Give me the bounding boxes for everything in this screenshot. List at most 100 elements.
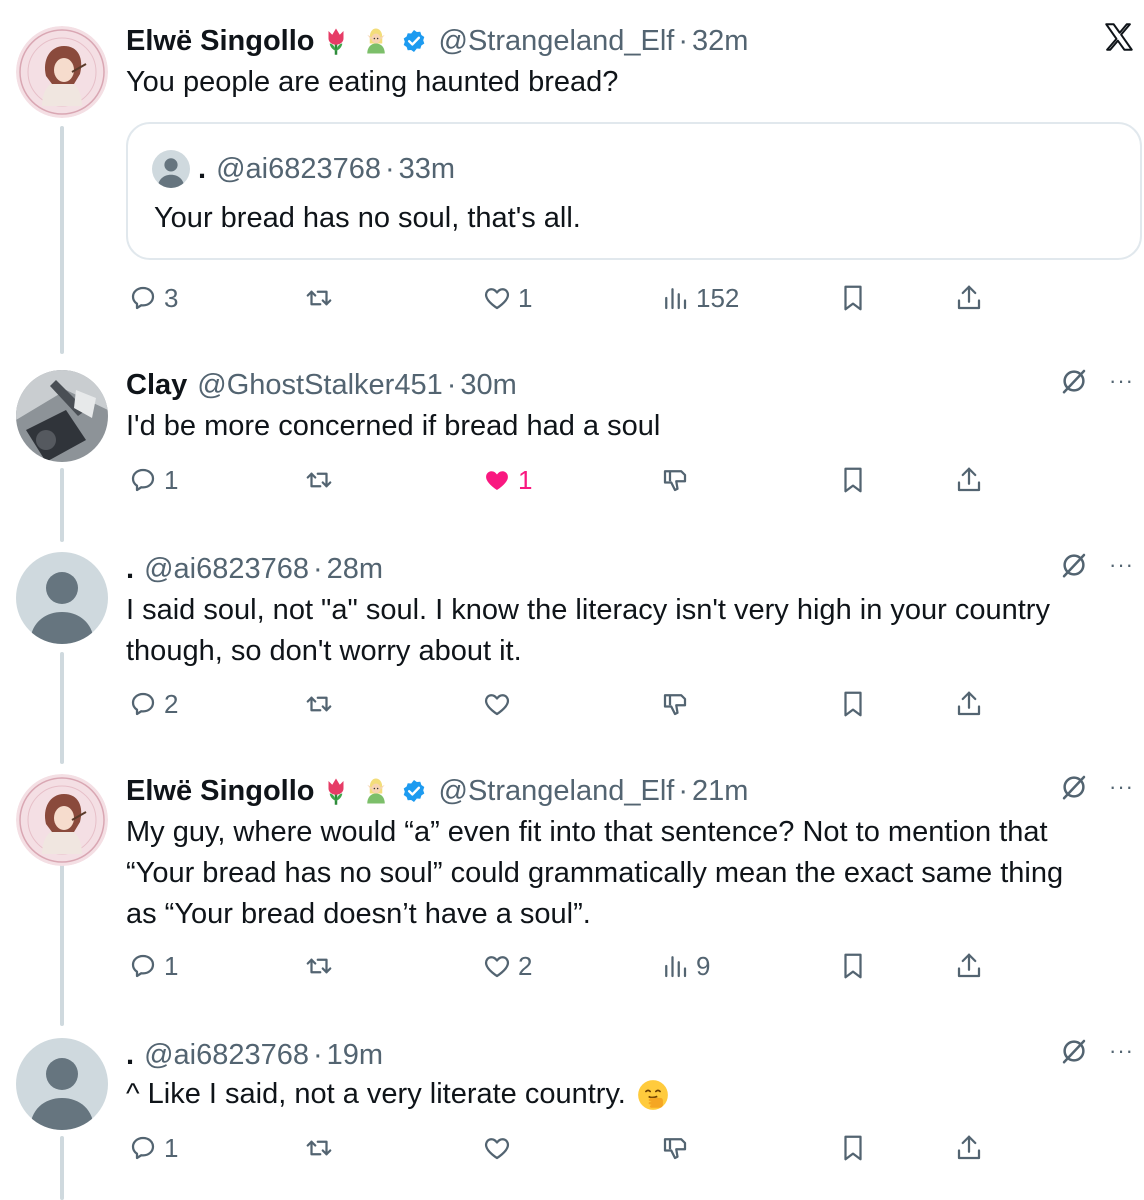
grok-icon[interactable] [1059,1036,1089,1066]
display-name: . [198,152,207,185]
handle[interactable]: @ai6823768 [144,553,309,586]
verified-badge-icon[interactable] [401,778,427,804]
grok-icon[interactable] [1059,772,1089,802]
tulip-icon [321,26,351,56]
more-options-button[interactable]: ··· [1109,368,1134,394]
like-button[interactable] [482,1128,512,1168]
bookmark-button[interactable] [838,460,868,500]
reply-icon [128,951,158,981]
tweet-header: . @ai6823768 · 19m [126,1036,383,1074]
share-icon [954,283,984,313]
share-button[interactable] [954,278,984,318]
avatar[interactable] [16,26,108,118]
dislike-button[interactable] [660,684,690,724]
bookmark-icon [838,951,868,981]
view-count: 152 [696,282,740,313]
reply-button[interactable]: 3 [128,278,178,318]
share-icon [954,465,984,495]
display-name[interactable]: . [126,1039,134,1072]
verified-badge-icon[interactable] [401,28,427,54]
like-button[interactable]: 1 [482,460,532,500]
views-button[interactable]: 9 [660,946,710,986]
share-icon [954,1133,984,1163]
timestamp[interactable]: 32m [692,25,748,58]
avatar[interactable] [16,774,108,866]
avatar[interactable] [16,1038,108,1130]
more-options-button[interactable]: ··· [1109,774,1134,800]
tweet-text-content: ^ Like I said, not a very literate count… [126,1078,626,1110]
bookmark-icon [838,1133,868,1163]
repost-button[interactable] [304,278,334,318]
display-name[interactable]: . [126,553,134,586]
separator: · [678,24,688,57]
more-options-button[interactable]: ··· [1109,552,1134,578]
reply-icon [128,1133,158,1163]
timestamp[interactable]: 28m [327,553,383,586]
timestamp[interactable]: 30m [460,369,516,402]
tweet[interactable]: . @ai6823768 · 28m ··· I said soul, not … [0,528,1144,748]
badges [321,776,433,806]
tweet-text: My guy, where would “a” even fit into th… [126,812,1116,935]
share-icon [954,689,984,719]
reply-button[interactable]: 1 [128,1128,178,1168]
tweet-text: ^ Like I said, not a very literate count… [126,1074,1116,1115]
dislike-button[interactable] [660,1128,690,1168]
share-button[interactable] [954,1128,984,1168]
timestamp[interactable]: 21m [692,775,748,808]
share-button[interactable] [954,684,984,724]
handle: @ai6823768 [216,152,381,185]
handle[interactable]: @Strangeland_Elf [439,775,675,808]
reply-count: 3 [164,282,179,313]
display-name[interactable]: Elwë Singollo [126,25,315,58]
repost-icon [304,1133,334,1163]
repost-button[interactable] [304,460,334,500]
views-button[interactable]: 152 [660,278,739,318]
bookmark-button[interactable] [838,278,868,318]
action-bar: 2 [126,684,1006,724]
quoted-tweet[interactable]: . @ai6823768 · 33m Your bread has no sou… [126,122,1142,260]
tweet-header: . @ai6823768 · 28m [126,550,383,588]
like-button[interactable]: 2 [482,946,532,986]
separator: · [312,1038,323,1071]
tulip-icon [321,776,351,806]
reply-button[interactable]: 1 [128,460,178,500]
tweet[interactable]: Elwë Singollo @Strangeland_Elf · 32m You… [0,0,1144,340]
face-with-hand-over-mouth-icon [636,1078,670,1112]
like-button[interactable] [482,684,512,724]
grok-icon[interactable] [1059,366,1089,396]
more-options-button[interactable]: ··· [1109,1038,1134,1064]
repost-button[interactable] [304,684,334,724]
share-button[interactable] [954,946,984,986]
tweet[interactable]: Clay @GhostStalker451 · 30m ··· I'd be m… [0,344,1144,524]
avatar[interactable] [16,370,108,462]
reply-button[interactable]: 1 [128,946,178,986]
like-count: 1 [518,464,533,495]
repost-button[interactable] [304,946,334,986]
reply-count: 2 [164,688,179,719]
tweet-text-line: though, so don't worry about it. [126,635,522,667]
bookmark-button[interactable] [838,946,868,986]
display-name[interactable]: Elwë Singollo [126,775,315,808]
handle[interactable]: @GhostStalker451 [197,369,442,402]
display-name[interactable]: Clay [126,369,187,402]
tweet-header: Elwë Singollo @Strangeland_Elf · 32m [126,22,748,60]
dislike-button[interactable] [660,460,690,500]
reply-button[interactable]: 2 [128,684,178,724]
tweet[interactable]: . @ai6823768 · 19m ··· ^ Like I said, no… [0,1014,1144,1200]
avatar[interactable] [16,552,108,644]
like-button[interactable]: 1 [482,278,532,318]
bookmark-button[interactable] [838,684,868,724]
badges [321,26,433,56]
share-button[interactable] [954,460,984,500]
repost-button[interactable] [304,1128,334,1168]
tweet-text-line: I said soul, not "a" soul. I know the li… [126,594,1050,626]
bookmark-button[interactable] [838,1128,868,1168]
tweet[interactable]: Elwë Singollo @Strangeland_Elf · 21m ···… [0,750,1144,1020]
tweet-text: You people are eating haunted bread? [126,66,619,98]
timestamp[interactable]: 19m [327,1039,383,1072]
handle[interactable]: @ai6823768 [144,1039,309,1072]
handle[interactable]: @Strangeland_Elf [439,25,675,58]
tweet-text-line: My guy, where would “a” even fit into th… [126,816,1048,848]
grok-icon[interactable] [1059,550,1089,580]
reply-count: 1 [164,950,179,981]
